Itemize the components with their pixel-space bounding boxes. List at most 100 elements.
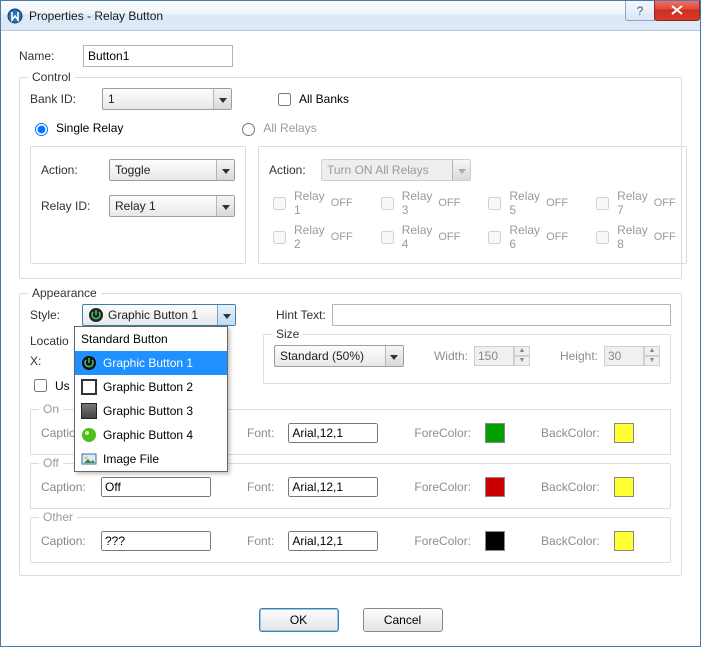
name-input[interactable] — [83, 45, 233, 67]
style-option-graphic2[interactable]: Graphic Button 2 — [75, 375, 227, 399]
style-option-graphic3[interactable]: Graphic Button 3 — [75, 399, 227, 423]
on-back-label: BackColor: — [541, 426, 600, 440]
chevron-down-icon — [385, 346, 403, 366]
style-dropdown[interactable]: Standard Button Graphic Button 1 Graphic… — [74, 326, 228, 472]
off-caption-input — [101, 477, 211, 497]
name-label: Name: — [19, 49, 75, 63]
chevron-down-icon — [213, 89, 231, 109]
bank-id-combo[interactable]: 1 — [102, 88, 232, 110]
style-option-graphic1[interactable]: Graphic Button 1 — [75, 351, 227, 375]
other-back-swatch[interactable] — [614, 531, 634, 551]
relay-7-check: Relay 7 — [592, 189, 648, 217]
off-back-swatch[interactable] — [614, 477, 634, 497]
other-group: Other Caption: Font: ForeColor: BackColo… — [30, 517, 671, 563]
name-row: Name: — [19, 45, 682, 67]
bank-row: Bank ID: 1 All Banks — [30, 88, 671, 110]
single-relay-panel: Action: Toggle Relay ID: Relay 1 — [30, 146, 246, 264]
chevron-down-icon — [217, 305, 235, 325]
off-fore-label: ForeColor: — [414, 480, 471, 494]
single-relay-radio-input[interactable] — [35, 123, 48, 136]
size-group: Size Standard (50%) Width: ▲▼ — [263, 334, 671, 384]
all-action-row: Action: Turn ON All Relays — [269, 159, 676, 181]
style-label: Style: — [30, 308, 74, 322]
help-button[interactable]: ? — [625, 1, 655, 21]
style-row: Style: Graphic Button 1 Standard Button … — [30, 304, 671, 326]
single-relay-radio[interactable]: Single Relay — [30, 120, 123, 136]
size-legend: Size — [272, 327, 303, 341]
other-fore-swatch[interactable] — [485, 531, 505, 551]
style-option-standard[interactable]: Standard Button — [75, 327, 227, 351]
off-caption-label: Caption: — [41, 480, 93, 494]
relay-6-check: Relay 6 — [484, 223, 540, 251]
off-back-label: BackColor: — [541, 480, 600, 494]
relay-mode-row: Single Relay All Relays — [30, 120, 671, 136]
image-file-icon — [81, 451, 97, 467]
action-row: Action: Toggle — [41, 159, 235, 181]
all-relays-radio-input[interactable] — [242, 123, 255, 136]
width-spinner: ▲▼ — [474, 346, 530, 366]
hint-input[interactable] — [332, 304, 671, 326]
spin-up-icon: ▲ — [514, 346, 530, 356]
size-inner-row: Standard (50%) Width: ▲▼ Height: — [274, 345, 660, 367]
size-combo[interactable]: Standard (50%) — [274, 345, 404, 367]
relay-id-label: Relay ID: — [41, 199, 101, 213]
bank-id-label: Bank ID: — [30, 92, 94, 106]
spin-down-icon: ▼ — [644, 356, 660, 366]
square-outline-icon — [81, 379, 97, 395]
chevron-down-icon — [216, 160, 234, 180]
single-relay-label: Single Relay — [56, 121, 123, 135]
off-fore-swatch[interactable] — [485, 477, 505, 497]
off-row: Caption: Font: ForeColor: BackColor: — [41, 477, 660, 497]
chevron-down-icon — [216, 196, 234, 216]
cancel-button[interactable]: Cancel — [363, 608, 443, 632]
other-caption-input — [101, 531, 211, 551]
titlebar: Properties - Relay Button ? — [1, 1, 700, 31]
on-font-input — [288, 423, 378, 443]
relay-5-check: Relay 5 — [484, 189, 540, 217]
bank-id-value: 1 — [108, 92, 213, 106]
window-title: Properties - Relay Button — [29, 9, 626, 23]
relay-8-check: Relay 8 — [592, 223, 648, 251]
appearance-legend: Appearance — [28, 286, 101, 300]
all-relays-panel: Action: Turn ON All Relays Relay 1OFF Re… — [258, 146, 687, 264]
other-legend: Other — [39, 510, 77, 524]
on-fore-swatch[interactable] — [485, 423, 505, 443]
appearance-group: Appearance Style: Graphic Button 1 Stand… — [19, 293, 682, 576]
all-action-combo: Turn ON All Relays — [321, 159, 471, 181]
close-button[interactable] — [654, 1, 700, 21]
size-value: Standard (50%) — [280, 349, 385, 363]
off-font-input — [288, 477, 378, 497]
relay-panels: Action: Toggle Relay ID: Relay 1 — [30, 142, 671, 264]
all-banks-check-input[interactable] — [278, 93, 291, 106]
power-icon — [88, 307, 104, 323]
height-spinner: ▲▼ — [604, 346, 660, 366]
ok-button[interactable]: OK — [259, 608, 339, 632]
dialog-footer: OK Cancel — [1, 608, 700, 632]
window-buttons: ? — [626, 1, 700, 30]
style-value: Graphic Button 1 — [108, 308, 217, 322]
use-checkbox[interactable]: Us — [30, 376, 70, 395]
all-banks-label: All Banks — [299, 92, 349, 106]
on-font-label: Font: — [247, 426, 274, 440]
all-action-label: Action: — [269, 163, 315, 177]
all-relays-radio[interactable]: All Relays — [237, 120, 316, 136]
relay-id-combo[interactable]: Relay 1 — [109, 195, 235, 217]
style-option-imagefile[interactable]: Image File — [75, 447, 227, 471]
style-combo[interactable]: Graphic Button 1 — [82, 304, 236, 326]
relay-grid: Relay 1OFF Relay 3OFF Relay 5OFF Relay 7… — [269, 189, 676, 251]
chevron-down-icon — [452, 160, 470, 180]
x-label: X: — [30, 354, 50, 368]
height-label: Height: — [560, 349, 598, 363]
other-back-label: BackColor: — [541, 534, 600, 548]
on-back-swatch[interactable] — [614, 423, 634, 443]
off-font-label: Font: — [247, 480, 274, 494]
action-value: Toggle — [115, 163, 216, 177]
style-option-graphic4[interactable]: Graphic Button 4 — [75, 423, 227, 447]
control-group: Control Bank ID: 1 All Banks Single Rela… — [19, 77, 682, 279]
all-relays-label: All Relays — [263, 121, 316, 135]
relay-3-check: Relay 3 — [377, 189, 433, 217]
all-banks-checkbox[interactable]: All Banks — [274, 90, 349, 109]
action-combo[interactable]: Toggle — [109, 159, 235, 181]
power-icon — [81, 355, 97, 371]
other-font-label: Font: — [247, 534, 274, 548]
